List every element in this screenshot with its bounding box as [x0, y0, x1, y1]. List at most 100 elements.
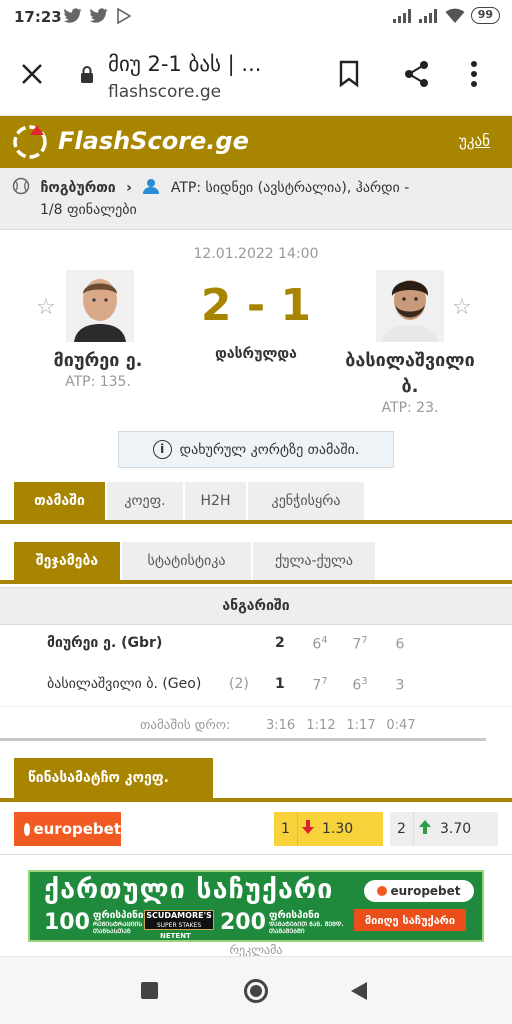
horizontal-scrollbar[interactable] — [0, 738, 486, 741]
back-triangle-icon — [351, 982, 367, 1000]
scoreboard-row-away: ბასილაშვილი ბ. (Geo) (2) 1 77 63 3 — [0, 666, 512, 706]
banner-left-amount: 100 — [44, 910, 90, 935]
row-set-1: 77 — [312, 676, 328, 694]
banner-brand-logo: europebet — [364, 880, 474, 902]
twitter-icon — [64, 8, 82, 23]
status-bar: 17:23 99 — [0, 0, 512, 34]
away-player[interactable]: ბასილაშვილი ბ. ATP: 23. — [320, 348, 500, 416]
system-indicators: 99 — [392, 7, 500, 24]
person-icon — [143, 179, 160, 194]
more-vertical-icon — [471, 61, 477, 87]
lock-icon — [80, 66, 94, 88]
breadcrumb-tournament[interactable]: ATP: სიდნეი (ავსტრალია), ჰარდი - — [171, 180, 409, 196]
url-host[interactable]: flashscore.ge — [108, 82, 221, 102]
breadcrumb: ჩოგბურთი › ATP: სიდნეი (ავსტრალია), ჰარდ… — [0, 168, 512, 230]
bookmaker-logo[interactable]: europebet — [14, 812, 121, 846]
arrow-up-icon — [414, 812, 436, 846]
odds-away-button[interactable]: 2 3.70 — [390, 812, 498, 846]
tab-summary[interactable]: შეჯამება — [14, 542, 120, 580]
match-info-box: i დახურულ კორტზე თამაში. — [118, 431, 394, 468]
breadcrumb-line: ჩოგბურთი › ATP: სიდნეი (ავსტრალია), ჰარდ… — [12, 177, 409, 196]
away-player-name-line1[interactable]: ბასილაშვილი — [320, 348, 500, 374]
back-link[interactable]: უკან — [459, 132, 490, 150]
row-player-seed: (2) — [229, 676, 249, 692]
row-set-1: 64 — [312, 635, 328, 653]
odds-home-button[interactable]: 1 1.30 — [274, 812, 383, 846]
europebet-logo-icon — [24, 822, 31, 836]
duration-total: 3:16 — [266, 718, 296, 733]
home-button[interactable] — [244, 979, 268, 1003]
duration-set-1: 1:12 — [306, 718, 336, 733]
twitter-icon — [90, 8, 109, 23]
tab-point-by-point[interactable]: ქულა-ქულა — [253, 542, 375, 580]
signal-icon — [392, 8, 413, 23]
home-circle-icon — [250, 985, 262, 997]
arrow-down-icon — [298, 812, 318, 846]
breadcrumb-stage[interactable]: 1/8 ფინალები — [40, 202, 137, 218]
away-player-photo[interactable] — [376, 270, 444, 342]
flashscore-logo-icon — [13, 125, 47, 159]
odds-section-title: წინასამატჩო კოეფ. — [14, 758, 213, 798]
favorite-star-icon[interactable]: ☆ — [452, 295, 472, 320]
close-button[interactable] — [20, 62, 48, 90]
wifi-icon — [445, 8, 465, 23]
tab-h2h[interactable]: H2H — [185, 482, 246, 520]
banner-cta-button[interactable]: მიიღე საჩუქარი — [354, 909, 466, 931]
tab-odds[interactable]: კოეფ. — [107, 482, 183, 520]
page-title[interactable]: მიუ 2-1 ბას | ... — [108, 52, 261, 76]
banner-right-line: ᲗᲐᲛᲐᲨᲔᲑᲨᲘ — [268, 928, 305, 935]
info-icon: i — [152, 440, 172, 459]
notification-icons — [64, 7, 132, 28]
odds-underline — [0, 798, 512, 802]
row-player-name[interactable]: მიურეი ე. (Gbr) — [47, 635, 162, 651]
divider — [0, 854, 512, 855]
duration-set-3: 0:47 — [386, 718, 416, 733]
banner-right-word: ფრისპინი — [268, 910, 320, 921]
tennis-ball-icon — [12, 177, 30, 195]
scoreboard-row-home: მიურეი ე. (Gbr) 2 64 77 6 — [0, 625, 512, 665]
europebet-logo-icon — [377, 886, 388, 896]
tab-statistics[interactable]: სტატისტიკა — [122, 542, 251, 580]
row-set-3: 6 — [395, 636, 405, 653]
play-store-icon — [117, 7, 132, 25]
tab-match[interactable]: თამაში — [14, 482, 105, 520]
odds-away-value: 3.70 — [440, 821, 472, 837]
duration-set-2: 1:17 — [346, 718, 376, 733]
site-logo[interactable]: FlashScore.ge — [58, 127, 249, 155]
row-set-2: 77 — [352, 635, 368, 653]
tab-underline — [0, 520, 512, 524]
home-player-rank: ATP: 135. — [65, 374, 131, 390]
site-header: FlashScore.ge უკან — [0, 116, 512, 168]
subtab-underline — [0, 580, 512, 584]
banner-right-amount: 200 — [220, 910, 266, 935]
banner-offer-left: 100 ფრისპინი ᲠᲔᲒᲘᲡᲢᲠᲐᲪᲘᲘᲡ ᲗᲐᲜᲮᲐᲡᲗᲐᲜ — [44, 910, 144, 935]
match-datetime: 12.01.2022 14:00 — [193, 246, 319, 262]
match-duration-row: თამაშის დრო: 3:16 1:12 1:17 0:47 — [0, 706, 512, 742]
banner-left-line: ᲠᲔᲒᲘᲡᲢᲠᲐᲪᲘᲘᲡ — [92, 921, 143, 928]
scoreboard-heading: ანგარიში — [0, 587, 512, 625]
tab-draw[interactable]: კენჭისყრა — [248, 482, 364, 520]
ad-banner[interactable]: ქართული საჩუქარი 100 ფრისპინი ᲠᲔᲒᲘᲡᲢᲠᲐᲪᲘ… — [28, 870, 484, 942]
odds-home-value: 1.30 — [322, 821, 354, 837]
signal-icon — [418, 8, 439, 23]
more-menu-button[interactable] — [470, 60, 478, 92]
recents-button[interactable] — [141, 982, 158, 999]
row-player-name[interactable]: ბასილაშვილი ბ. (Geo) — [47, 676, 201, 692]
banner-title: ქართული საჩუქარი — [44, 874, 334, 905]
share-button[interactable] — [403, 60, 431, 92]
row-sets-won: 2 — [275, 635, 285, 651]
status-time: 17:23 — [14, 8, 62, 26]
breadcrumb-sport[interactable]: ჩოგბურთი — [40, 180, 115, 196]
row-sets-won: 1 — [275, 676, 285, 692]
banner-left-line: ᲗᲐᲜᲮᲐᲡᲗᲐᲜ — [92, 928, 131, 935]
back-button[interactable] — [350, 981, 368, 1005]
row-set-3: 3 — [395, 677, 405, 694]
battery-indicator: 99 — [470, 7, 500, 24]
banner-partner-logo: SCUDAMORE'S SUPER STAKES — [144, 910, 214, 930]
away-player-name-line2[interactable]: ბ. — [320, 374, 500, 400]
duration-label: თამაშის დრო: — [140, 718, 231, 733]
bookmark-button[interactable] — [337, 60, 361, 92]
ad-label: რეკლამა — [229, 943, 283, 957]
odds-home-label: 1 — [274, 812, 298, 846]
banner-offer-right: 200 ფრისპინი ᲓᲐᲛᲐᲢᲔᲑᲘᲗ ᲒᲐᲜ. ᲨᲔᲛᲓ. ᲗᲐᲛᲐᲨᲔ… — [220, 910, 344, 935]
